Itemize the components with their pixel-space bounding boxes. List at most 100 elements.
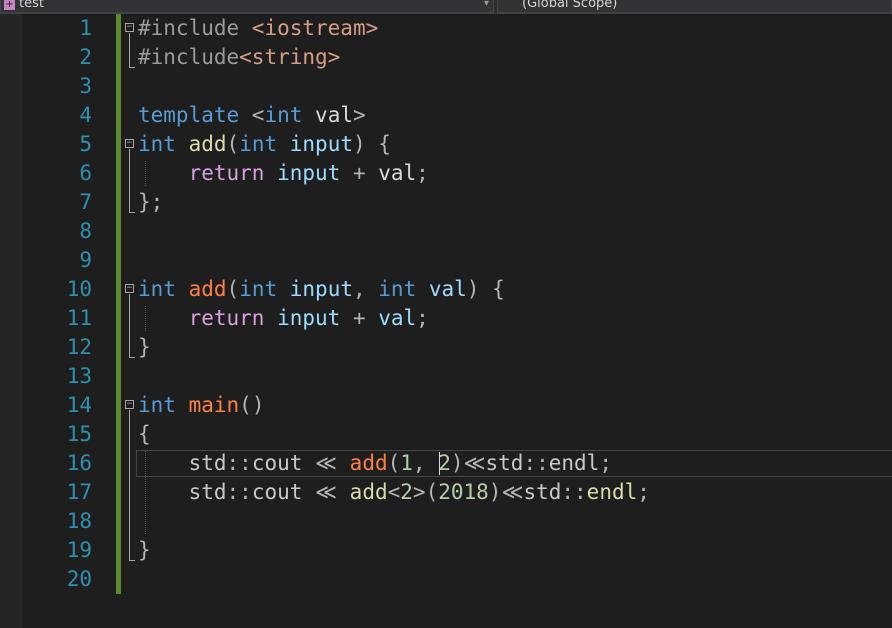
change-indicator xyxy=(116,159,121,188)
code-line[interactable]: 13 xyxy=(0,362,892,391)
code-token: return xyxy=(188,161,265,185)
scope-dropdown-label: (Global Scope) xyxy=(522,0,618,11)
code-line[interactable]: 6 return input + val; xyxy=(0,159,892,188)
code-line[interactable]: 14 − int main() xyxy=(0,391,892,420)
code-token: )≪ xyxy=(488,480,524,504)
code-token: int xyxy=(239,277,278,301)
code-token: { xyxy=(138,422,151,446)
code-line[interactable]: 1 − #include <iostream> xyxy=(0,14,892,43)
code-token: 2018 xyxy=(438,480,489,504)
change-indicator xyxy=(116,507,121,536)
code-text: { xyxy=(138,420,151,449)
code-line[interactable]: 5 − int add(int input) { xyxy=(0,130,892,159)
code-text: #include <iostream> xyxy=(138,14,378,43)
project-icon: + xyxy=(4,0,15,10)
line-number: 7 xyxy=(79,190,92,214)
indent-guide xyxy=(145,451,146,534)
code-token: int xyxy=(239,132,278,156)
code-token: endl xyxy=(586,480,638,504)
line-number: 1 xyxy=(79,16,92,40)
code-text: int add(int input, int val) { xyxy=(138,275,505,304)
code-token: ( xyxy=(226,277,240,301)
change-indicator xyxy=(116,304,121,333)
code-line[interactable]: 3 xyxy=(0,72,892,101)
code-token: template xyxy=(138,103,240,127)
code-token: input xyxy=(264,161,341,185)
code-line[interactable]: 11 return input + val; xyxy=(0,304,892,333)
change-indicator xyxy=(116,275,121,304)
change-indicator xyxy=(116,188,121,217)
code-text: }; xyxy=(138,188,163,217)
code-token: int xyxy=(138,277,176,301)
scope-dropdown[interactable]: (Global Scope) xyxy=(497,0,892,13)
change-indicator xyxy=(116,217,121,246)
line-number: 9 xyxy=(79,248,92,272)
code-token: int xyxy=(378,277,417,301)
change-indicator xyxy=(116,72,121,101)
code-token: ) { xyxy=(352,132,391,156)
line-number: 5 xyxy=(79,132,92,156)
main-outline-end xyxy=(129,560,135,561)
line-number: 14 xyxy=(66,393,92,417)
line-number: 15 xyxy=(66,422,92,446)
code-token: int xyxy=(264,103,303,127)
change-indicator xyxy=(116,130,121,159)
code-line[interactable]: 9 xyxy=(0,246,892,275)
code-line[interactable]: 15 { xyxy=(0,420,892,449)
code-text: #include<string> xyxy=(138,43,340,72)
code-text: int add(int input) { xyxy=(138,130,391,159)
code-token: int xyxy=(138,393,176,417)
line-number: 19 xyxy=(66,538,92,562)
code-token: return xyxy=(188,306,265,330)
code-line[interactable]: 10− int add(int input, int val) { xyxy=(0,275,892,304)
code-token: ) { xyxy=(466,277,505,301)
code-line[interactable]: 8 xyxy=(0,217,892,246)
code-token: } xyxy=(138,538,151,562)
code-line[interactable]: 20 xyxy=(0,565,892,594)
code-text: } xyxy=(138,536,151,565)
code-token: } xyxy=(138,335,151,359)
change-indicator xyxy=(116,333,121,362)
add-outline xyxy=(129,294,130,357)
code-token: ; xyxy=(416,161,429,185)
code-text: } xyxy=(138,333,151,362)
code-editor[interactable]: 1− #include <iostream> 2 #include<string> 3 4… xyxy=(0,14,892,628)
code-line[interactable]: 17 std::cout ≪ add<2>(2018)≪std::endl; xyxy=(0,478,892,507)
code-token: input xyxy=(264,306,341,330)
code-text: return input + val; xyxy=(138,304,429,333)
code-token: main xyxy=(188,393,240,417)
collapse-icon[interactable]: − xyxy=(125,400,134,409)
change-indicator xyxy=(116,478,121,507)
line-number: 2 xyxy=(79,45,92,69)
change-indicator xyxy=(116,14,121,43)
code-token: <iostream> xyxy=(251,16,379,40)
indent-guide xyxy=(145,161,146,186)
template-add-outline-end xyxy=(129,212,135,213)
change-indicator xyxy=(116,391,121,420)
collapse-icon[interactable]: − xyxy=(125,284,134,293)
collapse-icon[interactable]: − xyxy=(125,23,134,32)
change-indicator xyxy=(116,246,121,275)
code-token: int xyxy=(138,132,176,156)
code-line[interactable]: 18 xyxy=(0,507,892,536)
change-indicator xyxy=(116,101,121,130)
code-token: std xyxy=(523,480,562,504)
collapse-icon[interactable]: − xyxy=(125,139,134,148)
code-token: ; xyxy=(637,480,650,504)
line-number: 11 xyxy=(66,306,92,330)
project-dropdown[interactable]: + test ▾ xyxy=(0,0,494,13)
code-token: input xyxy=(277,132,353,156)
code-line[interactable]: 4 template <int val> xyxy=(0,101,892,130)
code-token: :: xyxy=(226,480,252,504)
code-token: <string> xyxy=(239,45,341,69)
code-token: < xyxy=(239,103,265,127)
code-token: :: xyxy=(561,480,587,504)
change-indicator xyxy=(116,449,121,478)
current-line-highlight xyxy=(136,450,892,477)
code-text: return input + val; xyxy=(138,159,429,188)
code-token: val xyxy=(378,161,417,185)
change-indicator xyxy=(116,565,121,594)
